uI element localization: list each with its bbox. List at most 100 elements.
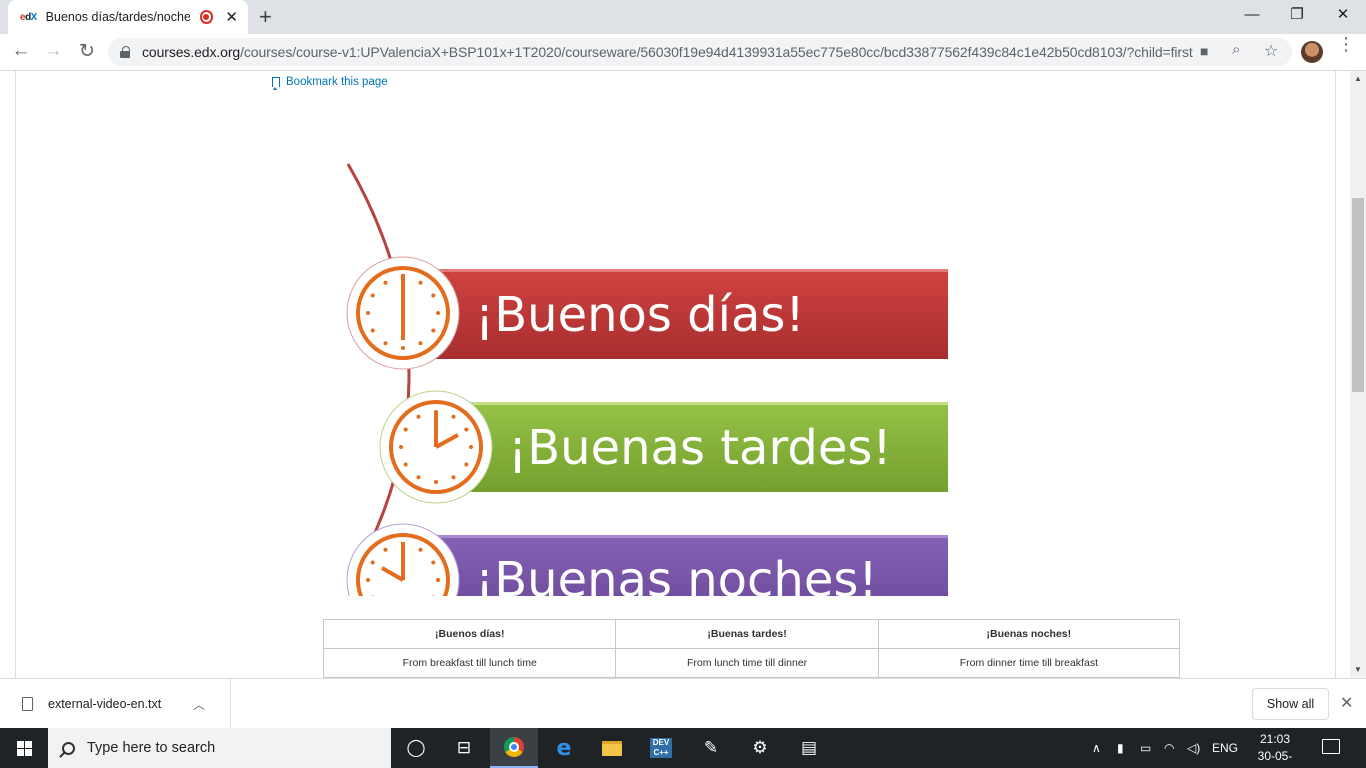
table-cell: From dinner time till breakfast [877, 648, 1181, 678]
clock-tick [469, 445, 473, 449]
table-row: From breakfast till lunch time From lunc… [322, 648, 1181, 678]
clock-tick [383, 280, 388, 285]
dev-app-icon[interactable]: DEV C++ [637, 728, 685, 768]
browser-tab[interactable]: edX Buenos días/tardes/noches | ✕ [8, 0, 248, 34]
zoom-icon[interactable]: ⌕ [1232, 41, 1240, 58]
clock-tick [431, 560, 436, 565]
task-view-icon[interactable]: ⊟ [440, 728, 488, 768]
greeting-text: ¡Buenas tardes! [508, 420, 892, 476]
greetings-table: ¡Buenos días! ¡Buenas tardes! ¡Buenas no… [322, 619, 1181, 678]
new-tab-icon[interactable]: + [259, 4, 272, 30]
clock-tick [434, 480, 438, 484]
tab-strip: edX Buenos días/tardes/noches | ✕ + — ❐ … [0, 0, 1366, 34]
chevron-up-icon[interactable]: ︿ [193, 696, 205, 713]
address-bar[interactable]: courses.edx.org/courses/course-v1:UPVale… [108, 38, 1292, 66]
notification-icon[interactable] [1322, 739, 1340, 754]
language-indicator[interactable]: ENG [1212, 728, 1238, 768]
wifi-icon[interactable]: ◠ [1164, 728, 1174, 768]
forward-icon[interactable]: → [40, 40, 66, 62]
minimize-icon[interactable]: — [1229, 3, 1275, 31]
download-file-name: external-video-en.txt [48, 697, 162, 711]
table-header: ¡Buenas noches! [877, 619, 1181, 649]
clock-tick [370, 293, 375, 298]
clock-tick [403, 462, 408, 467]
clock-tick [399, 445, 403, 449]
app-taskbar-icon[interactable]: ✎ [687, 728, 735, 768]
browser-toolbar: ← → ↻ courses.edx.org/courses/course-v1:… [0, 34, 1366, 71]
edx-favicon-icon: edX [20, 11, 37, 23]
table-header: ¡Buenas tardes! [615, 619, 879, 649]
clock-tick [418, 341, 423, 346]
clock-tick [416, 414, 421, 419]
scroll-down-icon[interactable]: ▼ [1354, 665, 1362, 674]
menu-icon[interactable]: ⋮ [1337, 35, 1355, 53]
table-cell: From breakfast till lunch time [322, 648, 617, 678]
restore-icon[interactable]: ❐ [1274, 3, 1320, 31]
file-icon [22, 697, 33, 711]
windows-start-icon[interactable] [0, 728, 48, 768]
camera-icon[interactable]: ■ [1200, 43, 1208, 59]
page-content: Bookmark this page ¡Buenos días! ¡Buenas… [0, 71, 1350, 678]
clock-tick [464, 427, 469, 432]
taskbar-search[interactable]: Type here to search [48, 728, 391, 768]
clock-tick [366, 311, 370, 315]
cortana-icon[interactable]: ◯ [392, 728, 440, 768]
microphone-icon[interactable]: ▮ [1117, 728, 1124, 768]
clock-tick [370, 560, 375, 565]
greeting-banner-morning: ¡Buenos días! [346, 256, 948, 370]
clock-tick [431, 293, 436, 298]
tray-chevron-icon[interactable]: ∧ [1092, 728, 1101, 768]
edge-taskbar-icon[interactable]: e [540, 728, 588, 768]
url-text[interactable]: courses.edx.org/courses/course-v1:UPVale… [142, 44, 1193, 60]
download-item[interactable]: external-video-en.txt ︿ [0, 679, 231, 729]
download-bar-close-icon[interactable]: ✕ [1340, 693, 1353, 713]
recording-icon [199, 10, 214, 24]
volume-icon[interactable]: ◁) [1187, 728, 1200, 768]
show-all-button[interactable]: Show all [1252, 688, 1329, 720]
clock-tick [418, 280, 423, 285]
clock-tick [451, 414, 456, 419]
greeting-text: ¡Buenos días! [475, 287, 805, 343]
clock-tick [464, 462, 469, 467]
profile-avatar[interactable] [1301, 41, 1323, 63]
greeting-banner-evening: ¡Buenas noches! [346, 523, 948, 596]
table-cell: From lunch time till dinner [615, 648, 879, 678]
page-scrollbar[interactable]: ▲ ▼ [1350, 71, 1366, 678]
tab-title: Buenos días/tardes/noches | [45, 10, 190, 24]
windows-taskbar: Type here to search ◯ ⊟ e DEV C++ ✎ ⚙ ▤ ∧… [0, 728, 1366, 768]
greeting-banner-afternoon: ¡Buenas tardes! [379, 390, 948, 504]
clock-tick [401, 346, 405, 350]
greetings-graphic: ¡Buenos días! ¡Buenas tardes! ¡Buenas no… [346, 163, 948, 596]
table-header: ¡Buenos días! [322, 619, 617, 649]
star-icon[interactable]: ☆ [1264, 41, 1278, 61]
clock-tick [436, 311, 440, 315]
back-icon[interactable]: ← [8, 40, 34, 62]
tab-close-icon[interactable]: ✕ [225, 8, 238, 26]
clock-tick [370, 328, 375, 333]
chrome-taskbar-icon[interactable] [490, 728, 538, 768]
clock-tick [418, 547, 423, 552]
scroll-up-icon[interactable]: ▲ [1354, 74, 1362, 83]
bookmark-link[interactable]: Bookmark this page [272, 76, 388, 90]
timeline-arc [346, 163, 411, 587]
bookmark-icon [272, 77, 280, 90]
battery-icon[interactable]: ▭ [1140, 728, 1151, 768]
clock-tick [383, 341, 388, 346]
clock-tick [416, 475, 421, 480]
clock-tick [431, 328, 436, 333]
lock-icon[interactable] [120, 46, 130, 58]
search-icon [62, 741, 75, 755]
reload-icon[interactable]: ↻ [74, 40, 100, 63]
clock-tick [366, 578, 370, 582]
greeting-text: ¡Buenas noches! [475, 552, 878, 596]
clock-tick [436, 578, 440, 582]
window-close-icon[interactable]: ✕ [1320, 3, 1366, 31]
clock-tick [403, 427, 408, 432]
clock-tick [451, 475, 456, 480]
download-bar: external-video-en.txt ︿ Show all ✕ [0, 678, 1366, 729]
settings-icon[interactable]: ⚙ [736, 728, 784, 768]
file-explorer-icon[interactable] [588, 728, 636, 768]
taskbar-clock[interactable]: 21:03 30-05-2020 [1246, 731, 1304, 768]
notepad-icon[interactable]: ▤ [785, 728, 833, 768]
scroll-thumb[interactable] [1352, 198, 1364, 392]
